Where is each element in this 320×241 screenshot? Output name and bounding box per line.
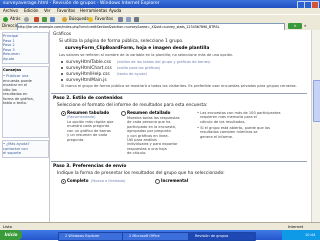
step2-title: Paso 2. Estilo de contenidos bbox=[53, 96, 123, 101]
option-code: surveyHtmlTable.css bbox=[66, 59, 112, 65]
hint-line: Los valores se refieren al nombre de la … bbox=[59, 53, 234, 57]
help-link[interactable]: el soporte bbox=[3, 151, 21, 155]
taskbar-item-browser[interactable]: Revisión de grupos bbox=[188, 231, 256, 241]
step2-prompt: Seleccione el formato del informe de res… bbox=[57, 103, 208, 108]
home-icon[interactable] bbox=[50, 16, 55, 22]
refresh-icon[interactable] bbox=[42, 16, 47, 22]
back-icon[interactable] bbox=[3, 16, 8, 22]
taskbar-item-explorer[interactable]: 2 Windows Explorer bbox=[58, 231, 126, 241]
option-note: (estilos de las tablas del grupo y gráfi… bbox=[117, 60, 211, 64]
print-icon[interactable] bbox=[134, 16, 139, 22]
option-code: surveyHtmlChart.css bbox=[66, 65, 112, 71]
complete-radio[interactable] bbox=[61, 179, 67, 185]
tabulated-hint: (Recomendado) bbox=[67, 115, 96, 119]
option-code: surveyHtmlHelp.css bbox=[66, 71, 110, 77]
tabulated-desc: pregunta. bbox=[67, 137, 85, 142]
divider bbox=[51, 161, 307, 162]
tip-line: tabla o texto. bbox=[3, 101, 27, 105]
step3-prompt: Indique la forma de presentar los result… bbox=[57, 171, 225, 176]
warning-line: Si marca el grupo de forma pública se mo… bbox=[61, 84, 297, 88]
clock: 10:44 bbox=[305, 233, 316, 237]
bullet-icon bbox=[61, 73, 64, 76]
taskbar-item-office[interactable]: 2 Microsoft Office bbox=[122, 231, 192, 241]
sidebar-item-help[interactable]: Ayuda bbox=[3, 57, 14, 61]
bullet-icon bbox=[61, 61, 64, 64]
vertical-scrollbar[interactable] bbox=[311, 30, 320, 222]
bullet-icon bbox=[61, 67, 64, 70]
note-line: cálculo de los resultados. bbox=[200, 119, 246, 124]
scrollbar-thumb[interactable] bbox=[313, 80, 320, 122]
divider bbox=[51, 93, 307, 94]
tabulated-radio[interactable] bbox=[61, 111, 67, 117]
window-title: surveyaverage.html - Revisión de grupos … bbox=[3, 1, 160, 6]
page-content: Principal Paso 1 Paso 2 Paso 3 Resumen A… bbox=[0, 30, 320, 222]
incremental-label[interactable]: Incremental bbox=[161, 178, 188, 183]
complete-hint: (Nuevo o Ilimitado) bbox=[91, 178, 126, 183]
detailed-desc: de cálculo. bbox=[127, 151, 147, 156]
system-tray: 10:44 bbox=[282, 230, 320, 240]
start-button[interactable]: Inicio bbox=[0, 230, 22, 240]
detailed-label[interactable]: Resumen detallado bbox=[127, 110, 170, 115]
option-note: (texto de ayuda) bbox=[117, 72, 147, 76]
bullet-icon bbox=[61, 79, 64, 82]
favorites-icon[interactable] bbox=[88, 16, 93, 22]
tips-title: Consejos bbox=[3, 68, 22, 72]
forward-icon[interactable] bbox=[24, 16, 29, 22]
option-note: (estilo para los gráficos) bbox=[117, 66, 161, 70]
history-icon[interactable] bbox=[118, 16, 123, 22]
address-bar: Dirección http://forum.example.com/index… bbox=[0, 22, 320, 31]
incremental-radio[interactable] bbox=[155, 179, 161, 185]
complete-label[interactable]: Completo bbox=[67, 178, 88, 183]
sidebar: Principal Paso 1 Paso 2 Paso 3 Resumen A… bbox=[0, 30, 50, 222]
step3-title: Paso 3. Preferencias de envío bbox=[53, 164, 127, 169]
code-line: surveyForm_ClipBoardForm, hoja e imagen … bbox=[65, 46, 210, 51]
intro-label: Gráficos bbox=[53, 32, 72, 37]
stop-icon[interactable] bbox=[34, 16, 39, 22]
intro-line: Si utiliza la página de forma pública, s… bbox=[59, 39, 184, 44]
detailed-radio[interactable] bbox=[121, 111, 127, 117]
option-code: surveyHtmlMain.js bbox=[66, 77, 107, 83]
main-panel: Gráficos Si utiliza la página de forma p… bbox=[51, 30, 309, 222]
links-chevron-icon[interactable]: » bbox=[304, 22, 306, 30]
note-line: genera el informe. bbox=[200, 134, 234, 139]
go-button[interactable]: Ir bbox=[288, 23, 302, 29]
window-title-bar: surveyaverage.html - Revisión de grupos … bbox=[0, 0, 320, 9]
search-icon[interactable] bbox=[62, 16, 67, 22]
taskbar: Inicio 2 Windows Explorer 2 Microsoft Of… bbox=[0, 230, 320, 241]
mail-icon[interactable] bbox=[126, 16, 131, 22]
